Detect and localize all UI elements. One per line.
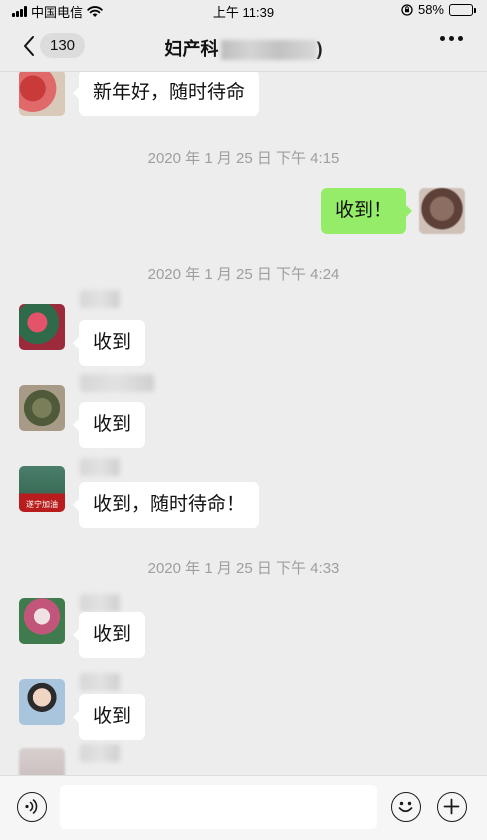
sender-avatar[interactable] <box>19 748 65 775</box>
chat-header: 130 妇产科) <box>0 22 487 72</box>
message-input[interactable] <box>60 785 377 829</box>
message-item: 遂宁加油 收到，随时待命！ <box>19 466 260 528</box>
orientation-lock-icon <box>401 3 413 16</box>
chat-title-text: 妇产科 <box>164 39 219 59</box>
my-avatar[interactable] <box>419 188 466 234</box>
message-bubble-outgoing[interactable]: 收到！ <box>321 188 413 234</box>
message-item: 收到 <box>19 385 146 448</box>
more-dots-icon <box>440 36 463 41</box>
sender-avatar[interactable] <box>19 598 65 644</box>
redacted-title-blur <box>220 40 317 61</box>
chat-message-list[interactable]: 新年好，随时待命 2020 年 1 月 25 日 下午 4:15 收到！ 202… <box>0 72 487 775</box>
sender-avatar[interactable] <box>19 385 65 431</box>
message-bubble[interactable]: 新年好，随时待命 <box>72 72 260 116</box>
plus-icon <box>443 798 460 815</box>
voice-button[interactable] <box>17 792 47 822</box>
status-right: 58% <box>401 2 476 17</box>
message-bubble[interactable]: 收到 <box>72 612 146 658</box>
status-bar: 中国电信 上午 11:39 58% <box>0 0 487 22</box>
emoji-button[interactable] <box>391 792 421 822</box>
message-item: 收到 <box>19 304 146 366</box>
sender-avatar[interactable] <box>19 72 65 116</box>
battery-icon <box>449 3 476 16</box>
message-timestamp: 2020 年 1 月 25 日 下午 4:33 <box>147 560 340 577</box>
message-bubble[interactable]: 收到，随时待命！ <box>72 482 260 528</box>
voice-icon <box>25 799 38 814</box>
more-functions-button[interactable] <box>437 792 467 822</box>
message-item: 新年好，随时待命 <box>19 72 260 116</box>
avatar-caption: 遂宁加油 <box>26 500 58 509</box>
message-bubble[interactable]: 收到 <box>72 694 146 740</box>
message-item: 收到 <box>19 598 146 658</box>
sender-avatar[interactable] <box>19 679 65 725</box>
message-item: 收到！ <box>321 188 466 234</box>
message-item: 收到 <box>19 679 146 740</box>
message-bubble[interactable]: 收到 <box>72 402 146 448</box>
message-bubble[interactable]: 收到 <box>72 320 146 366</box>
sender-avatar[interactable] <box>19 304 65 350</box>
sender-avatar[interactable]: 遂宁加油 <box>19 466 65 512</box>
sender-name-blur <box>80 744 120 762</box>
chat-title[interactable]: 妇产科) <box>0 35 487 61</box>
emoji-icon <box>398 801 413 813</box>
message-timestamp: 2020 年 1 月 25 日 下午 4:15 <box>147 150 340 167</box>
battery-percent: 58% <box>417 2 444 17</box>
message-input-bar <box>0 775 487 840</box>
message-timestamp: 2020 年 1 月 25 日 下午 4:24 <box>147 266 340 283</box>
more-options-button[interactable] <box>440 36 463 41</box>
chat-title-suffix: ) <box>316 39 323 59</box>
